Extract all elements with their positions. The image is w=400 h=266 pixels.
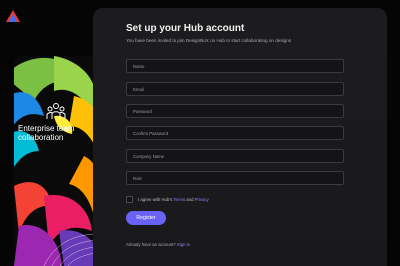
agree-and: and bbox=[186, 197, 194, 202]
email-field[interactable] bbox=[126, 82, 344, 96]
signup-panel: Set up your Hub account You have been in… bbox=[93, 8, 387, 266]
signup-page: Enterprise team collaboration Set up you… bbox=[0, 0, 400, 266]
signin-row: Already have an account? Sign in bbox=[126, 242, 190, 247]
hero-caption: Enterprise team collaboration bbox=[18, 124, 75, 142]
agree-checkbox[interactable] bbox=[126, 196, 133, 203]
team-icon bbox=[46, 103, 66, 119]
agree-text: I agree with Hub's Terms and Privacy bbox=[138, 197, 209, 202]
company-name-field[interactable] bbox=[126, 149, 344, 163]
password-field[interactable] bbox=[126, 104, 344, 118]
agree-prefix: I agree with Hub's bbox=[138, 197, 173, 202]
privacy-link[interactable]: Privacy bbox=[195, 197, 209, 202]
terms-link[interactable]: Terms bbox=[173, 197, 185, 202]
form-subtitle: You have been invited to join DesignBuX … bbox=[126, 38, 292, 43]
name-field[interactable] bbox=[126, 59, 344, 73]
colorful-figure-illustration bbox=[14, 56, 102, 266]
form-title: Set up your Hub account bbox=[126, 23, 245, 34]
register-button[interactable]: Register bbox=[126, 211, 166, 225]
signin-link[interactable]: Sign in bbox=[177, 242, 190, 247]
confirm-password-field[interactable] bbox=[126, 126, 344, 140]
role-field[interactable] bbox=[126, 171, 344, 185]
triangle-logo-icon bbox=[6, 10, 20, 22]
signin-prompt: Already have an account? bbox=[126, 242, 176, 247]
hero-illustration bbox=[14, 56, 102, 266]
